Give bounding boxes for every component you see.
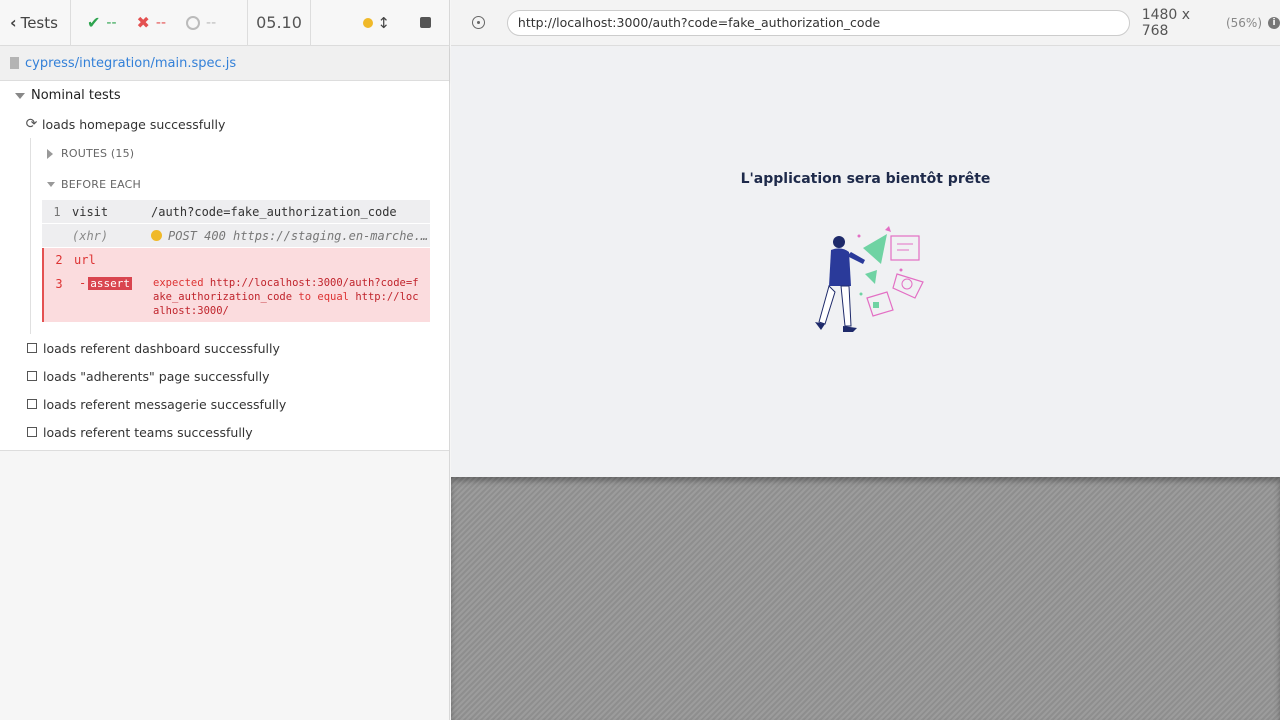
routes-toggle[interactable]: ROUTES (15) (31, 138, 449, 169)
test-row[interactable]: loads referent messagerie successfully (0, 390, 449, 418)
status-dot-icon (363, 17, 374, 28)
command-message: POST 400 https://staging.en-marche.fr/oa… (151, 229, 430, 243)
viewport-scale: (56%) (1225, 15, 1263, 30)
checkbox-icon (27, 343, 37, 353)
assert-message: expected http://localhost:3000/auth?code… (153, 276, 430, 318)
command-row[interactable]: 2 url (44, 248, 430, 272)
failed-count: -- (155, 14, 167, 31)
auto-scroll-toggle[interactable]: ↕ (363, 14, 390, 32)
controls: ↕ (311, 0, 449, 46)
command-number: 1 (53, 204, 61, 219)
checkbox-icon (27, 427, 37, 437)
routes-label: ROUTES (15) (61, 147, 135, 160)
aut-header: http://localhost:3000/auth?code=fake_aut… (451, 0, 1280, 46)
runnables: Nominal tests ⟳ loads homepage successfu… (0, 81, 449, 451)
pending-stat: -- (186, 15, 216, 31)
test-row[interactable]: loads referent teams successfully (0, 418, 449, 446)
passed-stat: ✔ -- (87, 13, 117, 32)
command-name: visit (72, 204, 109, 219)
command-number: 2 (55, 253, 63, 267)
passed-count: -- (106, 14, 117, 31)
test-body: ROUTES (15) BEFORE EACH 1 visit /auth?co… (30, 138, 449, 334)
crosshair-icon (472, 16, 486, 29)
reporter-header: ‹ Tests ✔ -- ✖ -- -- 05.10 ↕ (0, 0, 449, 46)
command-number: 3 (55, 277, 63, 291)
url-text: http://localhost:3000/auth?code=fake_aut… (517, 15, 881, 30)
checkbox-icon (27, 399, 37, 409)
test-row-active[interactable]: ⟳ loads homepage successfully (0, 110, 449, 138)
app-preview: L'application sera bientôt prête (451, 46, 1280, 477)
test-title: loads referent dashboard successfully (43, 340, 280, 356)
chevron-left-icon: ‹ (10, 13, 17, 32)
suite-header[interactable]: Nominal tests (0, 81, 449, 110)
checkbox-icon (27, 371, 37, 381)
test-title: loads referent teams successfully (43, 424, 253, 440)
command-row-xhr[interactable]: (xhr) POST 400 https://staging.en-marche… (42, 224, 430, 248)
back-to-tests-button[interactable]: ‹ Tests (0, 0, 71, 46)
info-icon: i (1268, 16, 1280, 29)
pending-count: -- (206, 14, 217, 31)
assert-expected-word: expected (153, 277, 204, 289)
before-each-toggle[interactable]: BEFORE EACH (31, 169, 449, 200)
test-title: loads "adherents" page successfully (43, 368, 270, 384)
reporter-panel: ‹ Tests ✔ -- ✖ -- -- 05.10 ↕ cypress/int… (0, 0, 450, 720)
test-row[interactable]: loads referent dashboard successfully (0, 334, 449, 362)
refresh-icon: ⟳ (25, 116, 38, 132)
selector-playground-button[interactable] (451, 16, 507, 29)
aut-empty-area (451, 477, 1280, 720)
back-label: Tests (20, 13, 58, 32)
command-message: /auth?code=fake_authorization_code (151, 204, 397, 219)
check-icon: ✔ (87, 13, 101, 32)
stats: ✔ -- ✖ -- -- (71, 0, 248, 46)
xhr-message: POST 400 https://staging.en-marche.fr/oa… (168, 228, 430, 243)
suite-title: Nominal tests (31, 88, 121, 103)
failed-commands: 2 url 3 - assert expected http://localhos… (42, 248, 430, 322)
command-name: url (74, 253, 96, 267)
test-row[interactable]: loads "adherents" page successfully (0, 362, 449, 390)
pending-dot-icon (151, 229, 162, 241)
assert-prefix: - (79, 276, 87, 290)
app-heading: L'application sera bientôt prête (740, 171, 991, 187)
failed-stat: ✖ -- (137, 13, 167, 32)
caret-down-icon (47, 182, 55, 187)
stop-icon[interactable] (420, 17, 431, 28)
assert-row[interactable]: 3 - assert expected http://localhost:3000… (44, 272, 430, 322)
waiting-illustration (815, 226, 924, 332)
caret-down-icon (15, 92, 25, 99)
arrows-vertical-icon: ↕ (377, 13, 390, 32)
command-list: 1 visit /auth?code=fake_authorization_co… (42, 200, 430, 322)
viewport-size: 1480 x 768 (1141, 6, 1191, 39)
assert-to-equal: to equal (298, 291, 349, 303)
duration: 05.10 (248, 0, 311, 46)
before-each-label: BEFORE EACH (61, 178, 142, 191)
x-icon: ✖ (136, 13, 150, 32)
test-title: loads homepage successfully (42, 116, 226, 132)
circle-icon (186, 15, 201, 30)
test-title: loads referent messagerie successfully (43, 396, 287, 412)
caret-right-icon (47, 148, 53, 159)
command-row[interactable]: 1 visit /auth?code=fake_authorization_co… (42, 200, 430, 224)
file-icon (10, 57, 19, 69)
viewport-info[interactable]: 1480 x 768 (56%) i (1142, 7, 1280, 39)
command-name: - assert (74, 276, 153, 290)
spec-file-link[interactable]: cypress/integration/main.spec.js (25, 56, 236, 71)
command-name: (xhr) (72, 228, 109, 243)
url-bar[interactable]: http://localhost:3000/auth?code=fake_aut… (506, 9, 1130, 36)
assert-badge: assert (88, 277, 132, 290)
spec-file-bar: cypress/integration/main.spec.js (0, 46, 449, 81)
